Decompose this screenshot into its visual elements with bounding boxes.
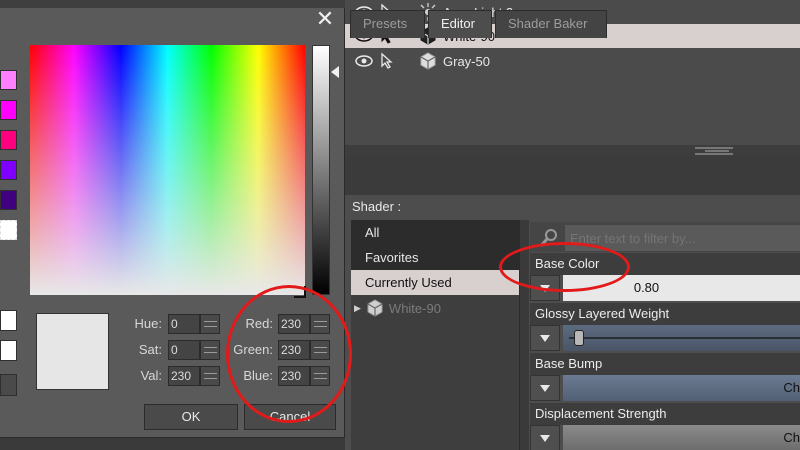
sat-input[interactable]: 0	[168, 340, 200, 360]
hue-spinner[interactable]	[200, 314, 220, 334]
chevron-down-icon[interactable]	[530, 275, 560, 301]
dialog-top-edge	[0, 0, 345, 8]
tab-presets[interactable]: Presets	[350, 10, 425, 38]
filter-item-currently-used[interactable]: Currently Used	[351, 270, 519, 295]
expand-arrow-icon[interactable]: ▶	[354, 303, 361, 314]
sat-label: Sat:	[138, 342, 162, 357]
add-custom-color-button[interactable]	[0, 374, 17, 396]
spectrum-cursor[interactable]	[294, 286, 306, 298]
slider-handle[interactable]	[574, 330, 584, 346]
property-label-base-color: Base Color	[530, 253, 800, 275]
shader-heading: Shader :	[352, 199, 402, 214]
color-swatch[interactable]	[0, 100, 17, 120]
tree-item-white-90[interactable]: ▶ White-90	[351, 296, 519, 320]
custom-color-swatch[interactable]	[0, 340, 17, 361]
tab-shader-baker[interactable]: Shader Baker	[495, 10, 607, 38]
search-icon[interactable]	[538, 227, 560, 249]
slider-track	[569, 337, 800, 339]
glossy-weight-slider[interactable]	[563, 325, 800, 351]
property-row-base-bump: Ch	[530, 375, 800, 401]
panel-divider[interactable]	[519, 220, 529, 450]
blue-spinner[interactable]	[310, 366, 330, 386]
custom-color-swatch[interactable]	[0, 310, 17, 331]
hue-input[interactable]: 0	[168, 314, 200, 334]
blue-label: Blue:	[243, 368, 273, 383]
property-label-displacement: Displacement Strength	[530, 403, 800, 425]
scene-item-label: Gray-50	[443, 53, 490, 69]
tree-item-label: White-90	[388, 300, 441, 316]
property-row-glossy-weight	[530, 325, 800, 351]
tab-editor[interactable]: Editor	[428, 10, 492, 38]
color-swatch[interactable]	[0, 70, 17, 90]
green-label: Green:	[233, 342, 273, 357]
val-spinner[interactable]	[200, 366, 220, 386]
sat-spinner[interactable]	[200, 340, 220, 360]
property-label-base-bump: Base Bump	[530, 353, 800, 375]
green-input[interactable]: 230	[278, 340, 310, 360]
cancel-button[interactable]: Cancel	[244, 404, 336, 430]
base-bump-value[interactable]: Ch	[563, 375, 800, 401]
splitter-grip-line	[705, 150, 729, 152]
green-spinner[interactable]	[310, 340, 330, 360]
cube-icon	[367, 299, 383, 317]
select-pointer-icon[interactable]	[379, 52, 397, 70]
filter-input[interactable]	[565, 225, 800, 251]
filter-item-favorites[interactable]: Favorites	[351, 245, 519, 270]
val-input[interactable]: 230	[168, 366, 200, 386]
red-input[interactable]: 230	[278, 314, 310, 334]
displacement-value[interactable]: Ch	[563, 425, 800, 450]
base-color-value[interactable]: 0.80	[563, 275, 800, 301]
ok-button[interactable]: OK	[144, 404, 238, 430]
tab-bar	[345, 157, 800, 195]
color-swatch[interactable]	[0, 130, 17, 150]
color-swatch[interactable]	[0, 190, 17, 210]
filter-item-all[interactable]: All	[351, 220, 519, 245]
hue-label: Hue:	[134, 316, 162, 331]
val-label: Val:	[140, 368, 162, 383]
red-spinner[interactable]	[310, 314, 330, 334]
color-swatch-selected[interactable]	[0, 220, 17, 240]
color-swatch[interactable]	[0, 160, 17, 180]
blue-input[interactable]: 230	[278, 366, 310, 386]
chevron-down-icon[interactable]	[530, 375, 560, 401]
eye-icon[interactable]	[355, 55, 373, 67]
red-label: Red:	[245, 316, 273, 331]
dialog-bottom-strip	[0, 438, 345, 450]
chevron-down-icon[interactable]	[530, 325, 560, 351]
color-preview	[36, 313, 109, 390]
cube-icon	[420, 52, 436, 70]
property-row-displacement: Ch	[530, 425, 800, 450]
luminance-bar[interactable]	[312, 45, 330, 295]
color-spectrum[interactable]	[30, 45, 305, 295]
chevron-down-icon[interactable]	[530, 425, 560, 450]
close-icon[interactable]: ✕	[314, 8, 336, 30]
scene-row-gray-50[interactable]: Gray-50	[345, 49, 800, 73]
luminance-arrow-icon[interactable]	[331, 66, 339, 78]
property-row-base-color: 0.80	[530, 275, 800, 301]
property-label-glossy-weight: Glossy Layered Weight	[530, 303, 800, 325]
